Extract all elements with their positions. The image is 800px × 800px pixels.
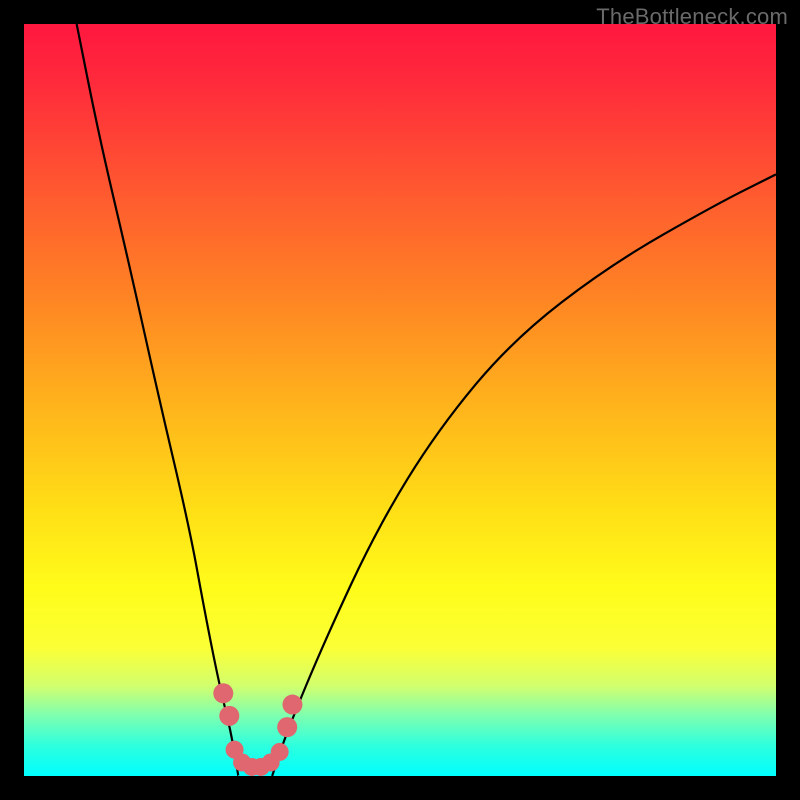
data-marker [271, 743, 289, 761]
curve-left-branch [77, 24, 239, 776]
watermark-text: TheBottleneck.com [596, 4, 788, 30]
chart-frame [24, 24, 776, 776]
data-marker [219, 706, 239, 726]
data-marker [282, 695, 302, 715]
data-marker [277, 717, 297, 737]
data-marker [213, 683, 233, 703]
chart-svg [24, 24, 776, 776]
curve-right-branch [272, 174, 776, 776]
